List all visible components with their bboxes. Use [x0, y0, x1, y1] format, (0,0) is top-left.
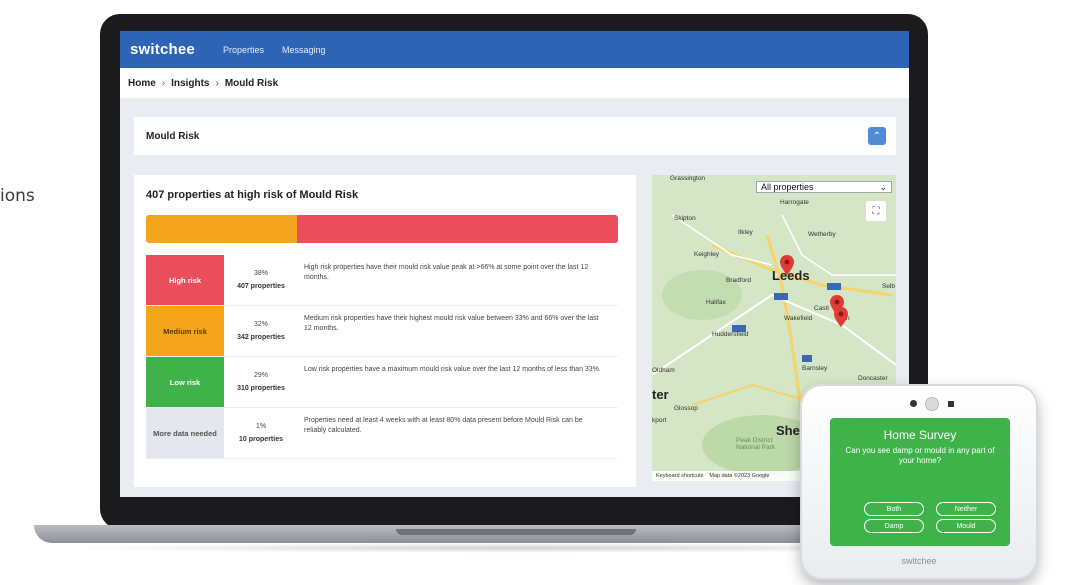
answer-damp-button[interactable]: Damp: [864, 519, 924, 533]
map-label: Glossop: [674, 405, 698, 412]
map-label: Wakefield: [784, 315, 813, 322]
risk-level-label: High risk: [146, 255, 224, 305]
breadcrumb-insights[interactable]: Insights: [171, 78, 209, 89]
top-navbar: switchee Properties Messaging: [120, 31, 909, 68]
map-shortcuts-link[interactable]: Keyboard shortcuts: [656, 473, 703, 479]
chevron-right-icon: ›: [161, 77, 166, 89]
risk-percentage: 32%: [253, 321, 268, 328]
mould-risk-panel-header: Mould Risk ⌃: [134, 117, 896, 155]
map-label: ter: [652, 387, 669, 402]
risk-level-label: Low risk: [146, 357, 224, 407]
map-label: Ilkley: [738, 229, 753, 236]
survey-title: Home Survey: [883, 428, 957, 442]
risk-property-count: 342 properties: [237, 334, 285, 341]
risk-percentage: 29%: [253, 372, 268, 379]
risk-description: Medium risk properties have their highes…: [304, 315, 599, 332]
risk-percentage: 1%: [255, 423, 267, 430]
risk-row: More data needed 1% 10 properties Propertie…: [146, 408, 618, 459]
device-camera: [925, 397, 939, 411]
risk-description: Low risk properties have a maximum mould…: [304, 366, 601, 373]
map-label: Selb: [882, 283, 896, 290]
risk-property-count: 10 properties: [239, 436, 283, 443]
risk-bar-segment: [297, 215, 618, 243]
map-label: Skipton: [674, 215, 696, 222]
map-label: Grassington: [670, 175, 706, 182]
cropped-side-text: ions: [0, 186, 35, 206]
answer-neither-button[interactable]: Neither: [936, 502, 996, 516]
survey-question: Can you see damp or mould in any part of…: [845, 446, 995, 465]
map-label: Oldham: [652, 367, 675, 374]
risk-property-count: 310 properties: [237, 385, 285, 392]
chevron-down-icon: ⌄: [879, 181, 887, 192]
risk-description: Properties need at least 4 weeks with at…: [304, 417, 583, 434]
nav-properties[interactable]: Properties: [223, 45, 264, 55]
device-sensor-dot: [910, 400, 917, 407]
map-label: Castl: [814, 305, 829, 312]
property-filter-value: All properties: [761, 182, 814, 192]
laptop-screen: switchee Properties Messaging Home › Ins…: [120, 31, 909, 497]
risk-summary-title: 407 properties at high risk of Mould Ris…: [146, 189, 359, 201]
risk-description: High risk properties have their mould ri…: [304, 264, 589, 281]
map-label: Keighley: [694, 251, 719, 258]
map-label: kport: [652, 417, 667, 424]
panel-title: Mould Risk: [146, 130, 200, 142]
fullscreen-icon: ⛶: [872, 205, 880, 217]
map-label: Halifax: [706, 299, 726, 306]
risk-summary-card: 407 properties at high risk of Mould Ris…: [134, 175, 636, 487]
breadcrumb: Home › Insights › Mould Risk: [120, 68, 909, 98]
map-label: Huddersfield: [712, 331, 749, 338]
collapse-button[interactable]: ⌃: [868, 127, 886, 145]
map-label: Bradford: [726, 277, 751, 284]
map-pin-icon[interactable]: [834, 307, 848, 327]
risk-property-count: 407 properties: [237, 283, 285, 290]
brand-logo[interactable]: switchee: [130, 41, 195, 58]
risk-row: Medium risk 32% 342 properties Medium risk …: [146, 306, 618, 357]
risk-bar-segment: [146, 215, 298, 243]
risk-stats: 38% 407 properties: [224, 255, 298, 305]
chevron-up-icon: ⌃: [872, 130, 882, 142]
device-screen: Home Survey Can you see damp or mould in…: [830, 418, 1010, 546]
map-data-credit: Map data ©2023 Google: [709, 473, 770, 479]
map-pin-icon[interactable]: [780, 255, 794, 275]
breadcrumb-home[interactable]: Home: [128, 78, 156, 89]
risk-row: High risk 38% 407 properties High risk prop…: [146, 255, 618, 306]
chevron-right-icon: ›: [215, 77, 219, 89]
risk-stats: 32% 342 properties: [224, 306, 298, 356]
answer-both-button[interactable]: Both: [864, 502, 924, 516]
risk-stats: 1% 10 properties: [224, 408, 298, 458]
map-label: Peak District National Park: [736, 437, 776, 451]
map-label: Harrogate: [780, 199, 809, 206]
property-filter-select[interactable]: All properties ⌄: [756, 181, 892, 193]
risk-level-label: Medium risk: [146, 306, 224, 356]
risk-distribution-bar: [146, 215, 618, 243]
device-brand: switchee: [901, 556, 937, 566]
answer-mould-button[interactable]: Mould: [936, 519, 996, 533]
risk-percentage: 38%: [253, 270, 268, 277]
map-label: She: [776, 423, 800, 438]
nav-messaging[interactable]: Messaging: [282, 45, 326, 55]
risk-level-label: More data needed: [146, 408, 224, 458]
map-label: Doncaster: [858, 375, 888, 382]
map-label: Wetherby: [808, 231, 836, 238]
laptop-hinge-notch: [396, 529, 636, 535]
risk-row: Low risk 29% 310 properties Low risk proper…: [146, 357, 618, 408]
device-sensor-square: [948, 401, 954, 407]
fullscreen-button[interactable]: ⛶: [866, 201, 886, 221]
risk-table: High risk 38% 407 properties High risk prop…: [146, 255, 618, 459]
breadcrumb-mould-risk: Mould Risk: [224, 77, 279, 89]
risk-stats: 29% 310 properties: [224, 357, 298, 407]
map-label: Barnsley: [802, 365, 828, 372]
